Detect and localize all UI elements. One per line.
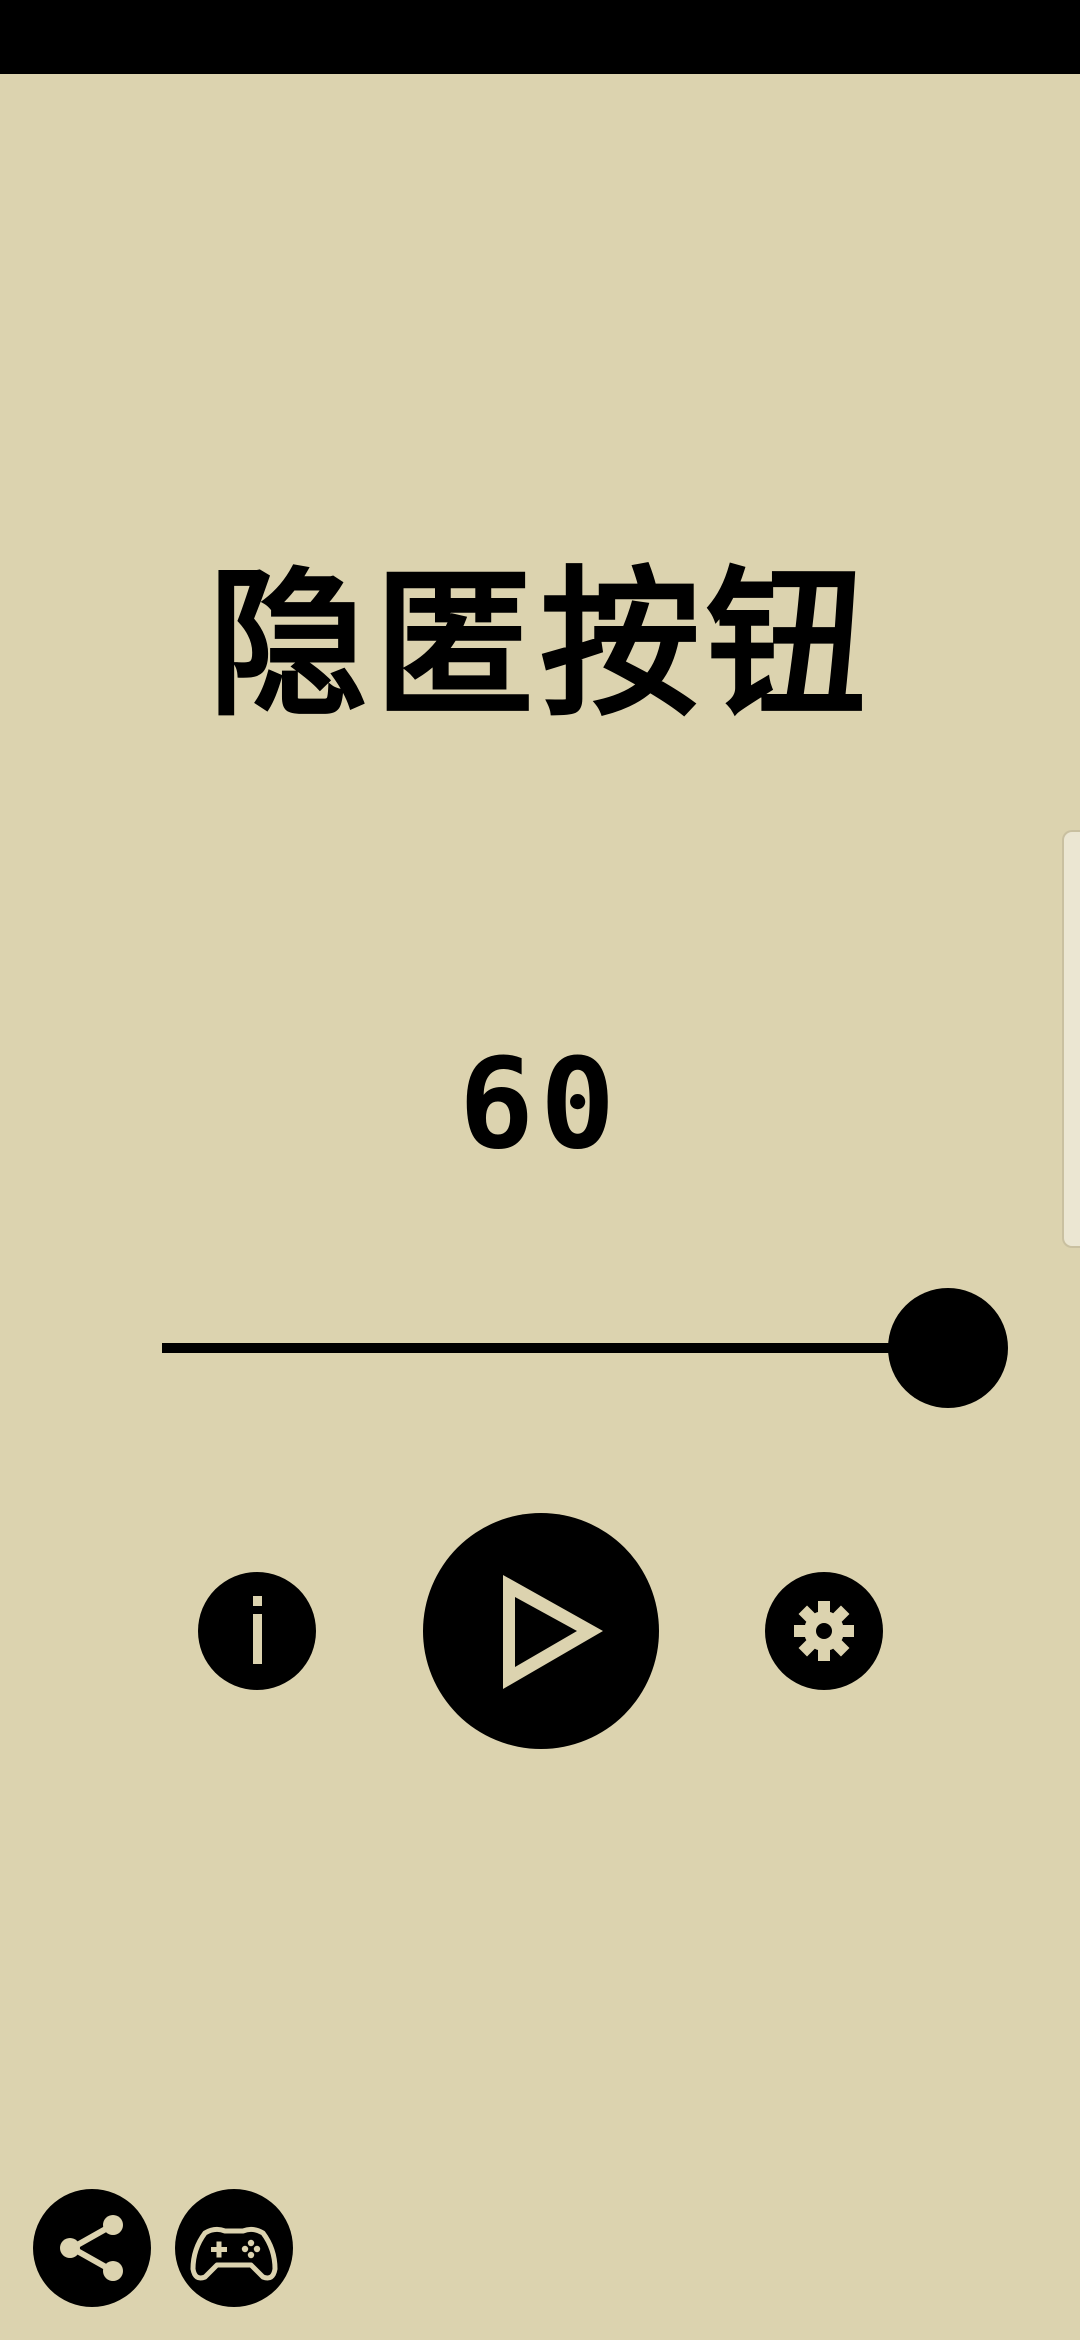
share-icon <box>33 2189 151 2307</box>
gamepad-icon <box>175 2189 293 2307</box>
info-icon <box>198 1572 316 1690</box>
game-title: 隐匿按钮 <box>207 551 872 738</box>
gear-icon <box>765 1572 883 1690</box>
play-icon <box>423 1513 659 1749</box>
play-button[interactable] <box>423 1513 659 1749</box>
edge-panel-handle[interactable] <box>1062 830 1080 1248</box>
settings-button[interactable] <box>765 1572 883 1690</box>
value-slider[interactable] <box>160 1288 1008 1408</box>
share-button[interactable] <box>33 2189 151 2307</box>
slider-track[interactable] <box>162 1343 922 1353</box>
info-button[interactable] <box>198 1572 316 1690</box>
more-games-button[interactable] <box>175 2189 293 2307</box>
slider-thumb[interactable] <box>888 1288 1008 1408</box>
status-bar <box>0 0 1080 74</box>
game-screen: 隐匿按钮 60 <box>0 0 1080 2340</box>
counter-value: 60 <box>458 1032 622 1177</box>
